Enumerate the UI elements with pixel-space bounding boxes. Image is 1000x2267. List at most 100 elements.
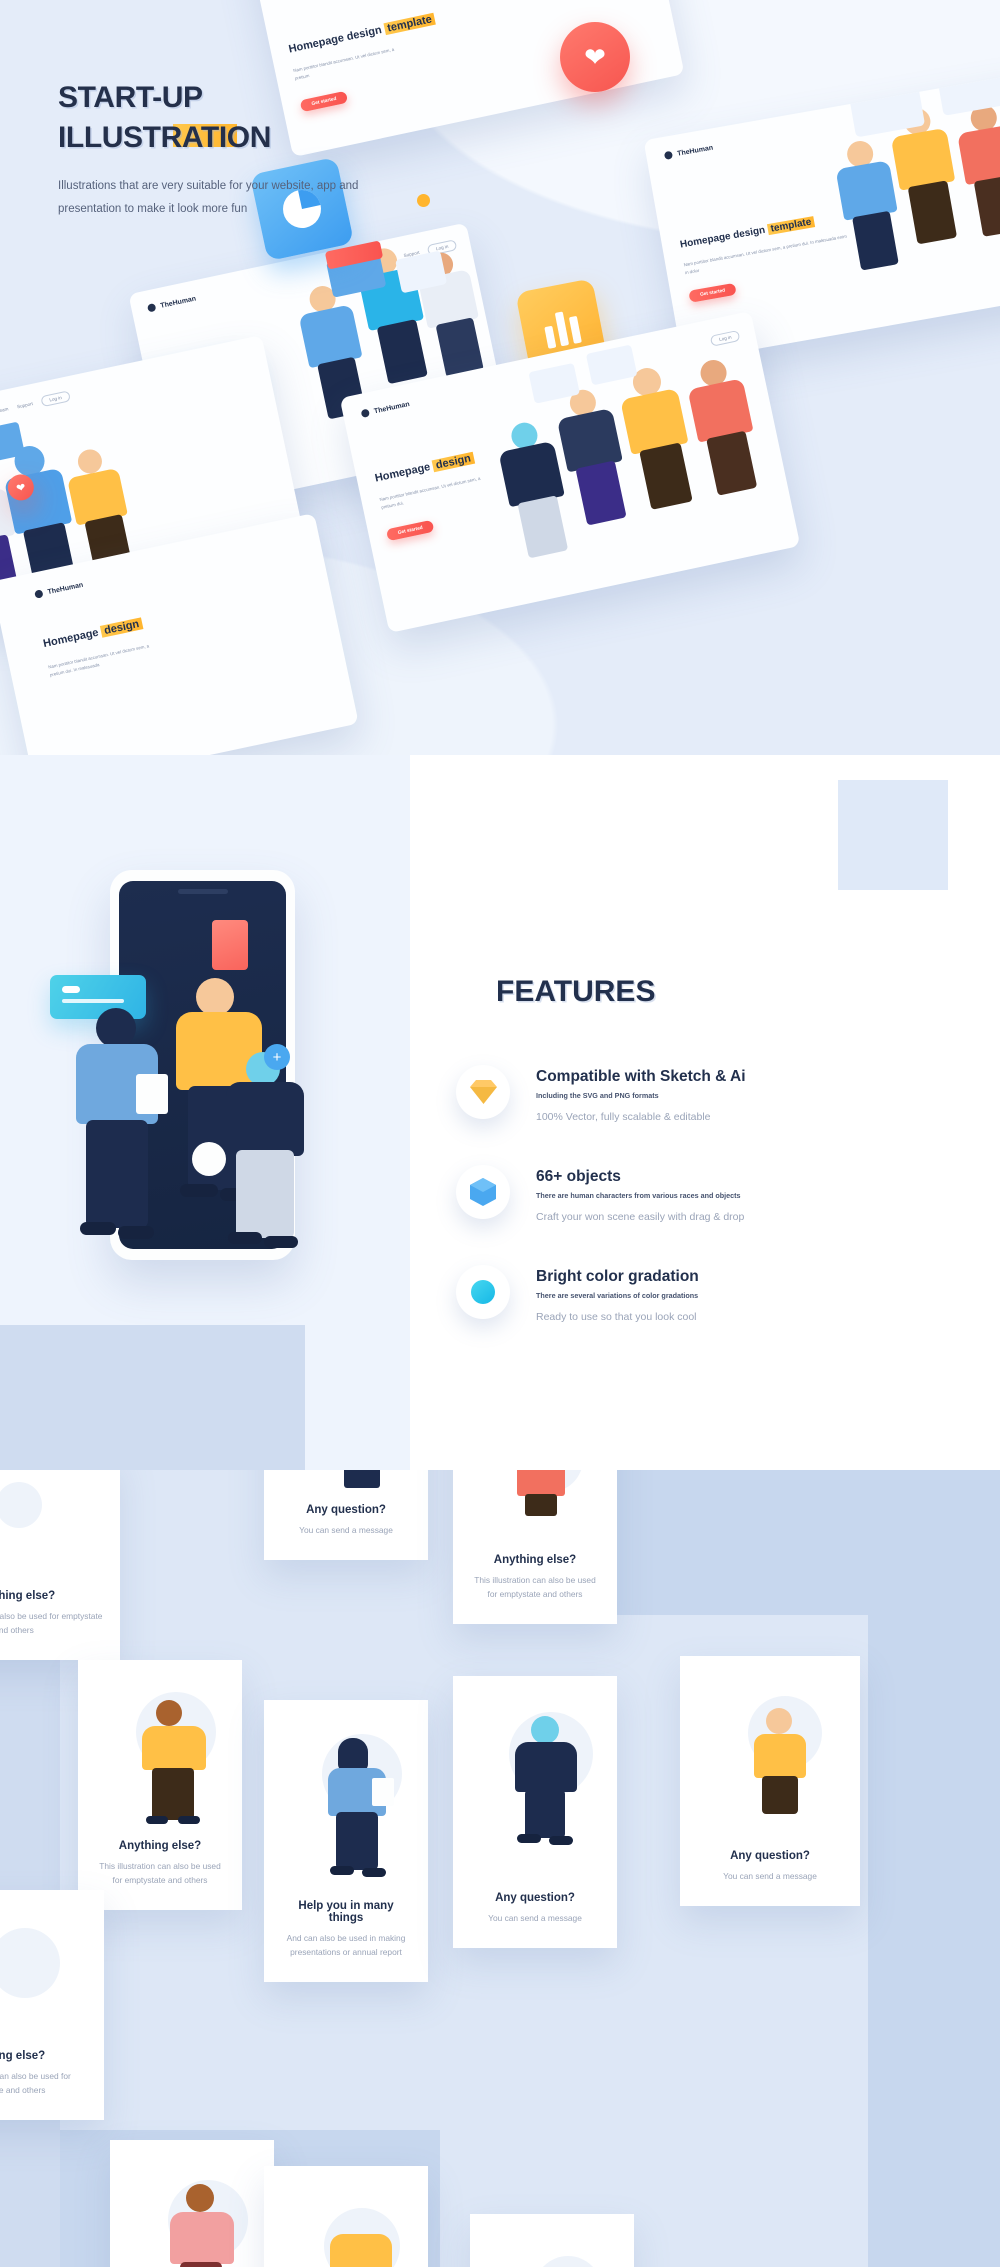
features-list: Compatible with Sketch & Ai Including th… [456,1065,976,1365]
feature-item-gradation: Bright color gradation There are several… [456,1265,976,1323]
card-right-question[interactable]: Any question? You can send a message [453,1676,617,1948]
decor-square-top-right [838,780,948,890]
feature-item-objects: 66+ objects There are human characters f… [456,1165,976,1223]
card-illustration [469,1698,601,1892]
card-illustration [469,1470,601,1554]
card-title: Anything else? [0,1590,56,1603]
feature-body: Compatible with Sketch & Ai Including th… [536,1065,746,1123]
bar-1 [544,325,557,349]
hero-title-line2-b: RATION [160,120,272,154]
features-heading-highlight-wrap: RES [593,975,672,1009]
decor-band-2 [614,1470,1000,1615]
hero-title-line2-a: ILLUST [58,120,161,154]
decor-square-bottom-left [0,1325,305,1470]
card-description: You can send a message [723,1871,817,1882]
brand-label: TheHuman [46,581,84,596]
card-title: Help you in many things [298,1900,394,1925]
illustration-people-group [381,0,662,18]
card-title: Any question? [730,1850,810,1863]
hero-title-line1: START-UP [58,81,203,114]
diamond-icon [456,1065,510,1119]
card-title: Any question? [306,1504,386,1517]
features-heading-a: FEATU [496,975,594,1008]
headline-part-b: design [431,451,475,473]
headline-part-b: design [100,617,144,638]
brand-label: TheHuman [159,294,197,310]
diamond-glyph [469,1080,497,1104]
feature-description: Craft your won scene easily with drag & … [536,1211,745,1223]
card-mid-left[interactable]: Anything else? This illustration can als… [78,1660,242,1910]
card-description: This illustration can also be used for e… [99,1861,221,1886]
circle-glyph [471,1280,495,1304]
mockup-brand: TheHuman [146,294,197,313]
mockup-headline: Homepage design [42,617,144,651]
card-bottom-center[interactable] [264,2166,428,2267]
heart-icon: ❤ [584,41,606,72]
nav-team[interactable]: Team [0,407,9,414]
card-top-center[interactable]: Any question? You can send a message [264,1470,428,1560]
hexagon-glyph [470,1178,496,1206]
card-title: Anything else? [118,1840,202,1853]
bar-2 [554,311,570,347]
features-heading-b: RES [593,975,656,1008]
card-center-help[interactable]: Help you in many things And can also be … [264,1700,428,1982]
feature-subtitle: Including the SVG and PNG formats [536,1091,659,1100]
circle-icon [456,1265,510,1319]
card-top-right[interactable]: Anything else? This illustration can als… [453,1470,617,1624]
card-title: Anything else? [0,2050,46,2063]
mockup-nav[interactable]: About Product Team Support Log in [0,390,71,426]
brand-dot-icon [663,150,674,160]
heart-badge: ❤ [560,22,630,92]
page-title: START-UP ILLUSTRATION [58,78,378,158]
feature-title: Compatible with Sketch & Ai [536,1068,746,1085]
brand-dot-icon [146,303,157,313]
get-started-button[interactable]: Get started [688,282,738,303]
card-description: This illustration can also be used for e… [0,1611,103,1636]
headline-part-a: Homepage [42,625,103,651]
hero-section: START-UP ILLUSTRATION Illustrations that… [0,0,1000,755]
card-description: You can send a message [299,1525,393,1536]
card-description: This illustration can also be used for e… [474,1575,596,1600]
card-title: Anything else? [493,1554,577,1567]
card-bottom-left[interactable] [110,2140,274,2267]
card-illustration [696,1678,844,1850]
features-heading: FEATU RES [496,975,672,1009]
feature-description: Ready to use so that you look cool [536,1311,697,1323]
hexagon-icon [456,1165,510,1219]
feature-item-compatible: Compatible with Sketch & Ai Including th… [456,1065,976,1123]
card-grid-section: Anything else? This illustration can als… [0,1470,1000,2267]
brand-label: TheHuman [373,400,411,415]
brand-dot-icon [34,589,44,599]
card-illustration [0,1474,104,1590]
login-button[interactable]: Log in [40,390,71,408]
headline-part-b: template [766,216,816,236]
amber-dot [417,194,430,207]
hero-title-line2: ILLUSTRATION [58,118,271,158]
hero-text-block: START-UP ILLUSTRATION Illustrations that… [58,78,378,221]
mockup-brand: TheHuman [360,400,411,419]
feature-subtitle: There are human characters from various … [536,1191,741,1200]
card-right-edge[interactable]: Any question? You can send a message [680,1656,860,1906]
card-description: This illustration can also be used for e… [0,2071,71,2096]
decor-band-3 [868,1615,1000,2267]
card-title: Any question? [495,1892,575,1905]
feature-subtitle: There are several variations of color gr… [536,1291,699,1300]
card-illustration [280,1722,412,1900]
get-started-button[interactable]: Get started [385,519,435,542]
headline-part-a: Homepage [373,460,435,485]
phone-notch [177,889,228,894]
mockup-brand: TheHuman [663,144,714,160]
mockup-brand: TheHuman [34,581,84,599]
hero-subtitle: Illustrations that are very suitable for… [58,179,359,215]
card-illustration [280,2188,412,2267]
features-illustration-people: + [60,970,340,1260]
card-illustration [280,1470,412,1504]
card-illustration [0,1912,88,2050]
card-bottom-right[interactable] [470,2214,634,2267]
card-top-left[interactable]: Anything else? This illustration can als… [0,1470,120,1660]
card-left-lower[interactable]: Anything else? This illustration can als… [0,1890,104,2120]
card-description: And can also be used in making presentat… [286,1933,406,1958]
nav-support[interactable]: Support [17,401,34,409]
headline-part-a: Homepage design [679,224,769,251]
headline-part-b: template [383,12,436,36]
